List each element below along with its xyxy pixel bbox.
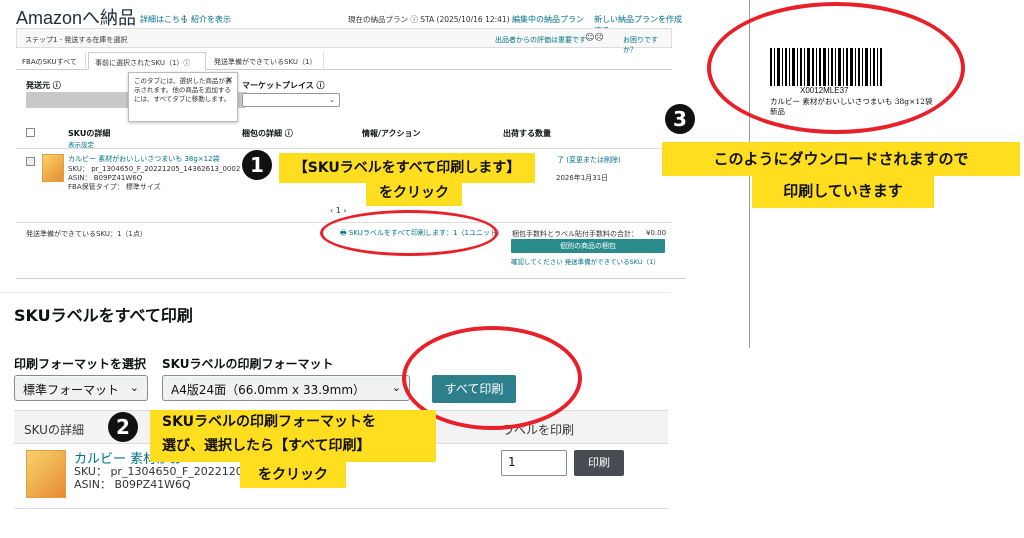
tooltip-text: このタブには、選択した商品が表示されます。他の商品を追加するには、すべてタブに移… [134, 77, 232, 103]
storage-type-text: FBA保管タイプ： 標準サイズ [68, 183, 161, 191]
fee-total-value: ¥0.00 [646, 229, 667, 237]
format-select[interactable]: 標準フォーマット ⌄ [14, 375, 148, 401]
tab-ready-skus[interactable]: 発送準備ができているSKU（1） [208, 52, 324, 70]
divider [0, 292, 670, 293]
pager[interactable]: ‹ 1 › [330, 206, 347, 215]
step-one-badge: 1 [242, 150, 272, 180]
product-name-link[interactable]: カルビー 素材がおいしいさつまいも 38g×12袋 [68, 154, 220, 164]
step-one-callout: 【SKUラベルをすべて印刷します】 [279, 153, 535, 183]
sku-format-select-value: A4版24面（66.0mm x 33.9mm） [171, 383, 366, 397]
marketplace-label: マーケットプレイス ⓘ [242, 81, 325, 90]
ship-from-label: 発送元 ⓘ [26, 81, 61, 90]
chevron-down-icon: ⌄ [329, 96, 335, 104]
intro-link[interactable]: 紹介を表示 [191, 14, 231, 25]
details-link[interactable]: 詳細はこちら [140, 14, 188, 25]
step-three-badge: 3 [665, 104, 695, 134]
format-select-label: 印刷フォーマットを選択 [14, 357, 147, 371]
divider [16, 148, 672, 149]
sku-format-label: SKUラベルの印刷フォーマット [162, 357, 334, 371]
step-label: ステップ1 - 発送する在庫を選択 [25, 36, 128, 44]
tab-bar: FBAのSKUすべて 事前に選択されたSKU（1）ⓘ 発送準備ができているSKU… [16, 52, 672, 70]
step-three-callout: このようにダウンロードされますので [662, 142, 1020, 176]
chevron-down-icon: ⌄ [129, 381, 139, 394]
page-title: Amazonへ納品 [16, 8, 137, 28]
chevron-down-icon: ⌄ [391, 381, 401, 394]
highlight-oval-print-link [320, 210, 498, 256]
product-thumbnail [26, 450, 66, 498]
step-two-callout: SKUラベルの印刷フォーマットを 選び、選択したら【すべて印刷】 [150, 410, 436, 462]
col-qty: 出荷する数量 [503, 129, 551, 138]
feedback-faces-icon[interactable]: ☺☹ [585, 33, 604, 43]
col-info-actions: 情報/アクション [362, 129, 421, 138]
asin-text: ASIN： B09PZ41W6Q [74, 478, 191, 491]
edit-plan-link[interactable]: 編集中の納品プラン [512, 14, 584, 25]
ready-count: 発送準備ができているSKU：1（1点） [26, 230, 147, 238]
tab-preselected-skus[interactable]: 事前に選択されたSKU（1）ⓘ [88, 52, 206, 70]
marketplace-select[interactable]: ⌄ [242, 93, 340, 107]
pack-individual-button[interactable]: 個別の商品の梱包 [511, 239, 665, 253]
print-button[interactable]: 印刷 [574, 450, 624, 476]
format-select-value: 標準フォーマット [23, 383, 120, 397]
col-sku-details: SKUの詳細 [24, 423, 84, 437]
step-two-callout-sub: をクリック [240, 462, 346, 488]
feedback-link[interactable]: 出品者からの評価は重要です [495, 35, 586, 45]
col-sku-details: SKUの詳細 [68, 129, 111, 138]
print-all-title: SKUラベルをすべて印刷 [14, 306, 193, 325]
row-checkbox[interactable] [26, 157, 35, 166]
divider [14, 508, 668, 509]
expiry-date: 2026年1月31日 [556, 174, 609, 182]
panel-bottom-border [16, 278, 686, 279]
tab-tooltip: このタブには、選択した商品が表示されます。他の商品を追加するには、すべてタブに移… [128, 72, 238, 122]
tab-all-skus[interactable]: FBAのSKUすべて [16, 52, 86, 70]
sku-format-select[interactable]: A4版24面（66.0mm x 33.9mm） ⌄ [162, 375, 410, 401]
product-thumbnail [42, 154, 64, 182]
highlight-oval-label [707, 2, 965, 134]
step-bar: ステップ1 - 発送する在庫を選択 出品者からの評価は重要です ☺☹ お困りです… [16, 28, 672, 54]
change-link[interactable]: 了 (変更または削除) [557, 155, 621, 165]
step-three-callout-sub: 印刷していきます [752, 174, 934, 208]
step-two-line1: SKUラベルの印刷フォーマットを [162, 414, 377, 430]
confirm-ready-link[interactable]: 確認してください 発送準備ができているSKU（1） [511, 256, 660, 266]
step-two-badge: 2 [108, 412, 138, 442]
step-one-callout-sub: をクリック [366, 180, 462, 206]
fee-total-label: 梱包手数料とラベル貼付手数料の合計： [512, 230, 638, 238]
step-two-line2: 選び、選択したら【すべて印刷】 [162, 438, 371, 454]
close-icon[interactable]: ✕ [225, 75, 233, 87]
current-plan-text: 現在の納品プラン ⓘ STA (2025/10/16 12:41) [348, 15, 510, 24]
select-all-checkbox[interactable] [26, 128, 35, 137]
label-qty-input[interactable]: 1 [501, 450, 567, 476]
col-pack-details: 梱包の詳細 ⓘ [242, 129, 293, 138]
